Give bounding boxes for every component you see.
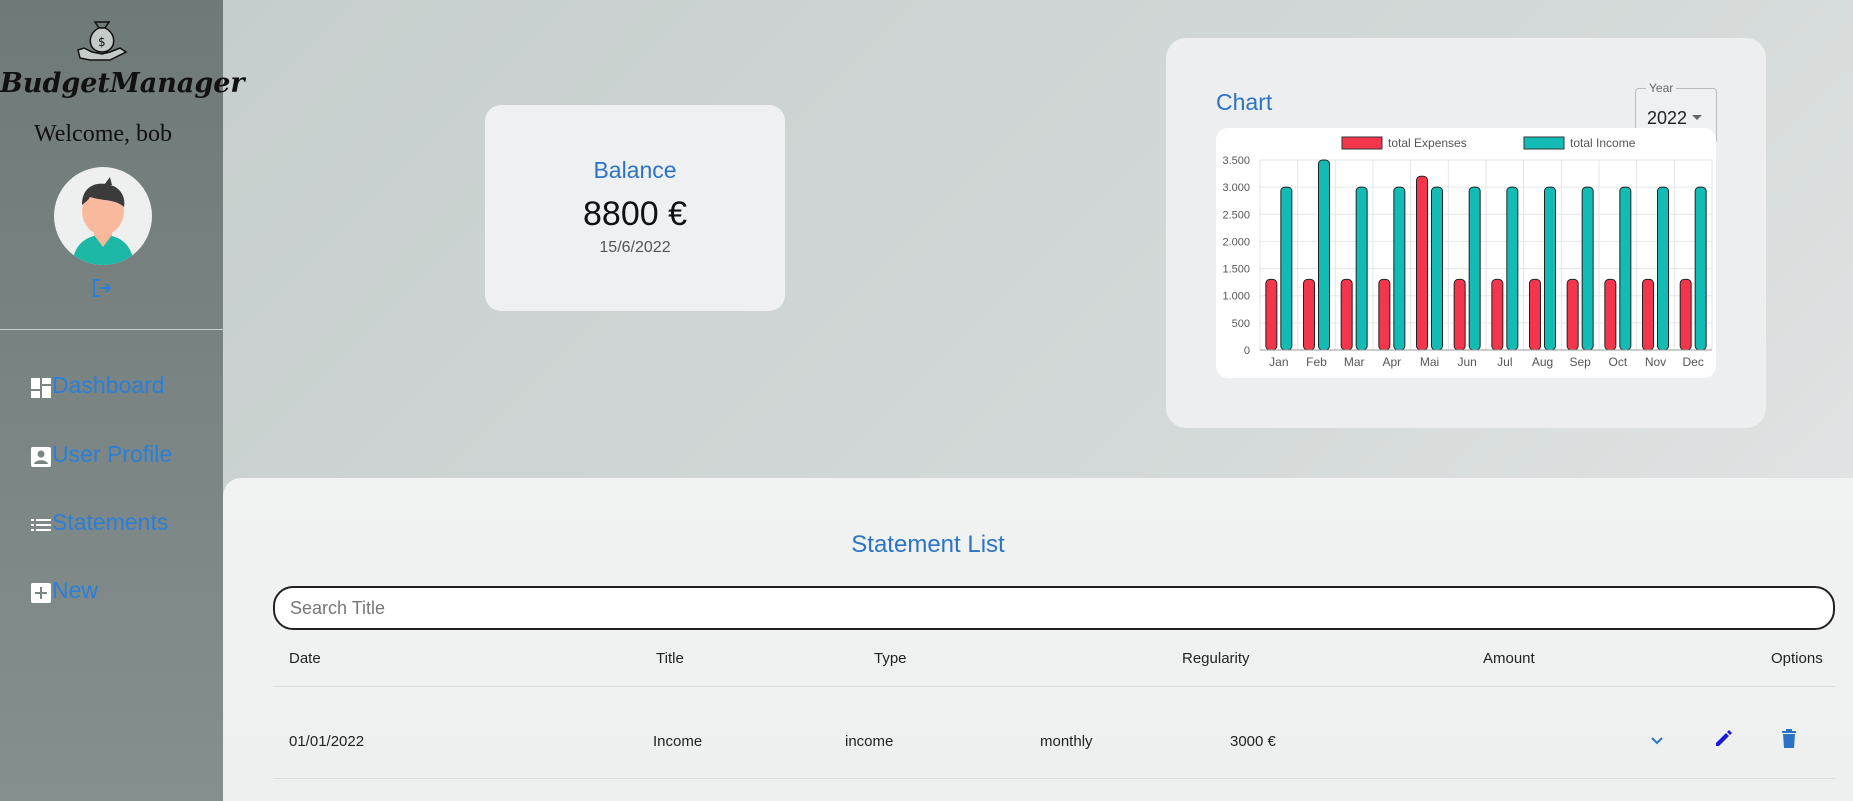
- y-tick-label: 0: [1244, 345, 1250, 357]
- bar: [1303, 278, 1315, 351]
- year-select-value: 2022: [1647, 108, 1688, 128]
- user-avatar-icon: [72, 177, 134, 265]
- bar: [1468, 186, 1481, 351]
- y-tick-label: 2.500: [1222, 209, 1250, 221]
- sidebar-item-dashboard[interactable]: Dashboard: [30, 370, 165, 400]
- y-tick-label: 3.500: [1222, 155, 1250, 167]
- column-header-options: Options: [1771, 650, 1823, 667]
- column-header-regularity: Regularity: [1182, 650, 1250, 667]
- chevron-down-icon: [1692, 115, 1702, 120]
- year-select-label: Year: [1646, 81, 1677, 95]
- sidebar-item-label: New: [52, 577, 99, 603]
- sidebar-item-statements[interactable]: Statements: [30, 507, 168, 537]
- brand-name: BudgetManager: [0, 68, 245, 99]
- x-tick-label: Mai: [1420, 355, 1439, 369]
- search-input[interactable]: [273, 586, 1835, 630]
- row-title: Income: [653, 733, 703, 750]
- balance-amount: 8800 €: [583, 195, 687, 233]
- legend-swatch: [1341, 136, 1383, 150]
- bar: [1604, 278, 1617, 351]
- bar: [1679, 278, 1692, 351]
- x-tick-label: Mar: [1344, 355, 1365, 369]
- welcome-text: Welcome, bob: [33, 121, 173, 147]
- bar: [1265, 278, 1278, 351]
- avatar: [54, 167, 152, 265]
- account-box-icon: [31, 447, 51, 467]
- column-header-date: Date: [289, 650, 321, 667]
- svg-text:$: $: [98, 35, 106, 49]
- bar: [1453, 278, 1466, 351]
- dashboard-icon: [31, 378, 51, 398]
- delete-trash-icon[interactable]: [1778, 728, 1800, 750]
- column-header-type: Type: [874, 650, 907, 667]
- row-regularity: monthly: [1040, 733, 1093, 750]
- legend-swatch: [1523, 136, 1565, 150]
- x-tick-label: Sep: [1569, 355, 1591, 369]
- bar: [1431, 186, 1443, 351]
- x-tick-label: Jan: [1269, 355, 1288, 369]
- bar: [1529, 278, 1541, 351]
- legend-label: total Expenses: [1388, 136, 1467, 150]
- x-tick-label: Nov: [1645, 355, 1666, 369]
- column-header-amount: Amount: [1483, 650, 1535, 667]
- bar: [1340, 278, 1353, 351]
- bar: [1642, 278, 1654, 351]
- balance-date: 15/6/2022: [599, 239, 671, 256]
- x-tick-label: Dec: [1682, 355, 1703, 369]
- x-tick-label: Oct: [1608, 355, 1627, 369]
- x-tick-label: Aug: [1532, 355, 1553, 369]
- sidebar-item-label: User Profile: [52, 441, 173, 467]
- row-amount: 3000 €: [1230, 733, 1276, 750]
- statement-list-title: Statement List: [851, 531, 1005, 558]
- y-tick-label: 2.000: [1222, 236, 1250, 248]
- column-header-title: Title: [656, 650, 684, 667]
- balance-title: Balance: [593, 157, 677, 183]
- statement-panel: Statement List Date Title Type Regularit…: [223, 478, 1853, 801]
- sidebar-item-label: Dashboard: [52, 372, 165, 398]
- bar: [1566, 278, 1579, 351]
- bar: [1393, 186, 1406, 351]
- edit-pencil-icon[interactable]: [1713, 727, 1735, 749]
- logout-icon[interactable]: [91, 278, 113, 298]
- money-bag-hand-icon: $: [77, 21, 128, 61]
- header-divider: [273, 686, 1835, 687]
- row-date: 01/01/2022: [289, 733, 365, 750]
- bar: [1619, 186, 1632, 351]
- balance-card: Balance 8800 € 15/6/2022: [485, 105, 785, 311]
- bar: [1355, 186, 1368, 351]
- bar-chart: total Expenses total Income 3.500 3.000 2.50…: [1216, 128, 1716, 378]
- sidebar-item-new[interactable]: New: [30, 575, 98, 605]
- sidebar-divider: [0, 329, 223, 330]
- bar: [1491, 278, 1504, 351]
- bar: [1581, 186, 1594, 351]
- x-tick-label: Jun: [1457, 355, 1476, 369]
- bar: [1318, 159, 1330, 351]
- sidebar: $ BudgetManager Welcome, bob Dashboard U…: [0, 0, 245, 801]
- sidebar-item-label: Statements: [52, 509, 169, 535]
- row-divider: [273, 778, 1835, 779]
- bar: [1657, 186, 1669, 351]
- x-tick-label: Feb: [1306, 355, 1327, 369]
- bar: [1694, 186, 1707, 351]
- add-box-icon: [31, 583, 51, 603]
- x-tick-label: Jul: [1497, 355, 1512, 369]
- legend-label: total Income: [1570, 136, 1636, 150]
- chart-card: Chart Year 2022 total Expenses total Inco…: [1166, 38, 1766, 428]
- x-tick-label: Apr: [1382, 355, 1401, 369]
- list-icon: [31, 519, 51, 531]
- y-tick-label: 1.500: [1222, 264, 1250, 276]
- y-tick-label: 500: [1232, 318, 1250, 330]
- bar: [1506, 186, 1519, 351]
- y-tick-label: 3.000: [1222, 182, 1250, 194]
- bar: [1378, 278, 1391, 351]
- bar: [1280, 186, 1293, 351]
- chart-title: Chart: [1216, 89, 1273, 115]
- bar: [1416, 175, 1428, 351]
- row-type: income: [845, 733, 894, 750]
- bar-chart-svg: total Expenses total Income 3.500 3.000 2.50…: [1222, 136, 1713, 369]
- bar: [1544, 186, 1556, 351]
- expand-chevron-icon[interactable]: [1649, 733, 1665, 749]
- sidebar-item-user-profile[interactable]: User Profile: [30, 439, 172, 469]
- y-tick-label: 1.000: [1222, 291, 1250, 303]
